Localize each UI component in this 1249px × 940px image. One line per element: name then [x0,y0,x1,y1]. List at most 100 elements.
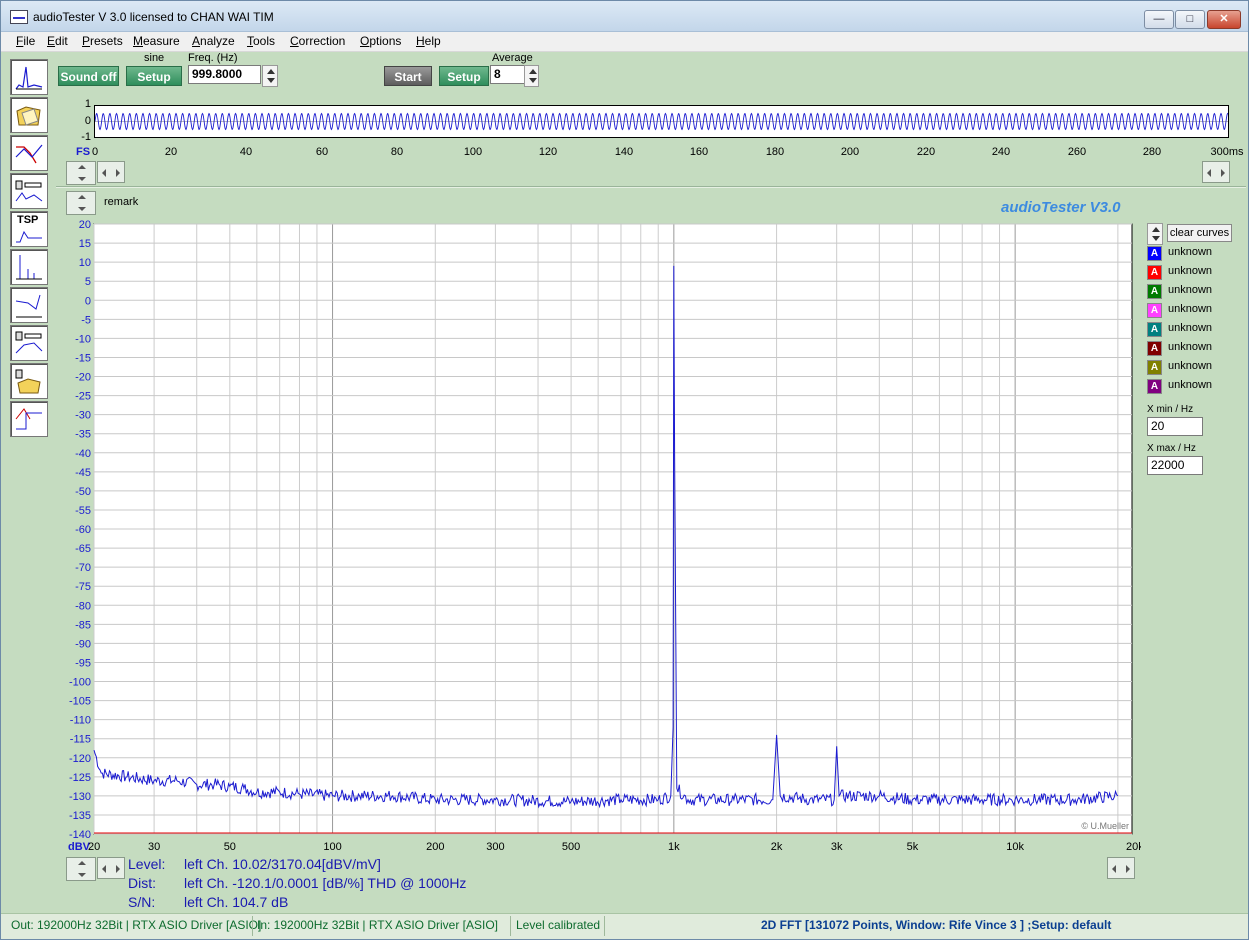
curve-color-swatch[interactable]: A [1147,284,1162,299]
average-input[interactable]: 8 [490,65,525,84]
frequency-input[interactable]: 999.8000 [188,65,261,84]
folder-open-icon[interactable] [10,97,48,133]
scope-x-scroll-right[interactable] [1202,161,1230,183]
close-button[interactable]: ✕ [1207,10,1241,29]
impedance-icon[interactable] [10,173,48,209]
menu-file[interactable]: File [16,34,35,48]
fft-ytick-label: 20 [79,219,91,231]
curve-scroll[interactable] [1147,223,1163,245]
fft-ytick-label: -135 [69,810,91,822]
fft-xtick-label: 10k [1006,841,1024,853]
legend-label: unknown [1168,341,1213,353]
scope-x-scroll-left[interactable] [97,161,125,183]
fft-y-scroll-bottom[interactable] [66,857,96,881]
menu-tools[interactable]: Tools [247,34,275,48]
curve-color-swatch[interactable]: A [1147,360,1162,375]
fft-ytick-label: -95 [75,657,91,669]
fft-ytick-label: -10 [75,333,91,345]
scope-xtick: 60 [315,146,329,158]
scope-plot[interactable] [94,105,1229,138]
curve-color-swatch[interactable]: A [1147,303,1162,318]
fft-xtick-label: 50 [224,841,236,853]
sound-off-button[interactable]: Sound off [58,66,119,86]
minimize-button[interactable]: — [1144,10,1174,29]
menu-options[interactable]: Options [360,34,401,48]
fft-x-scroll-left[interactable] [97,857,125,879]
fft-ytick-label: 0 [85,295,91,307]
menu-edit[interactable]: Edit [47,34,68,48]
curve-color-swatch[interactable]: A [1147,265,1162,280]
legend-item[interactable]: Aunknown [1147,378,1247,396]
menu-help[interactable]: Help [416,34,441,48]
menu-measure[interactable]: Measure [133,34,180,48]
menu-bar: File Edit Presets Measure Analyze Tools … [1,32,1248,52]
speaker-folder-icon[interactable] [10,363,48,399]
scope-ytick: -1 [81,131,91,143]
fft-ytick-label: -100 [69,677,91,689]
curve-color-swatch[interactable]: A [1147,246,1162,261]
start-button[interactable]: Start [384,66,432,86]
legend-label: unknown [1168,360,1213,372]
xmax-input[interactable]: 22000 [1147,456,1203,475]
fft-ytick-label: -30 [75,410,91,422]
menu-presets[interactable]: Presets [82,34,123,48]
fft-ytick-label: -60 [75,524,91,536]
fft-ytick-label: -20 [75,372,91,384]
remark-label[interactable]: remark [104,196,138,208]
scope-xtick: 100 [463,146,483,158]
level-value: left Ch. 10.02/3170.04[dBV/mV] [184,856,381,872]
curve-color-swatch[interactable]: A [1147,379,1162,394]
legend-item[interactable]: Aunknown [1147,359,1247,377]
title-bar[interactable]: audioTester V 3.0 licensed to CHAN WAI T… [1,1,1248,32]
scope-xtick: 40 [239,146,253,158]
fft-xtick-label: 100 [323,841,341,853]
average-stepper[interactable] [524,65,539,87]
fft-xtick-label: 3k [831,841,843,853]
average-label: Average [492,52,533,64]
fft-ytick-label: -55 [75,505,91,517]
legend-item[interactable]: Aunknown [1147,302,1247,320]
legend-item[interactable]: Aunknown [1147,245,1247,263]
curve-color-swatch[interactable]: A [1147,322,1162,337]
curve-color-swatch[interactable]: A [1147,341,1162,356]
fft-x-scroll-right[interactable] [1107,857,1135,879]
panel-divider[interactable] [56,186,1246,188]
frequency-response-icon[interactable] [10,135,48,171]
fft-spectrum-icon[interactable] [10,59,48,95]
scope-y-scroll[interactable] [66,161,96,185]
legend-label: unknown [1168,322,1213,334]
fft-ytick-label: -25 [75,391,91,403]
frequency-stepper[interactable] [262,65,278,87]
legend-item[interactable]: Aunknown [1147,321,1247,339]
generator-setup-button[interactable]: Setup [126,66,182,86]
step-response-icon[interactable] [10,401,48,437]
tsp-icon[interactable]: TSP [10,211,48,247]
scope-xtick: 220 [916,146,936,158]
status-output: Out: 192000Hz 32Bit | RTX ASIO Driver [A… [11,918,262,932]
fft-y-scroll[interactable] [66,191,96,215]
legend-item[interactable]: Aunknown [1147,264,1247,282]
legend-item[interactable]: Aunknown [1147,340,1247,358]
legend-label: unknown [1168,265,1213,277]
clear-curves-button[interactable]: clear curves [1167,224,1232,242]
scope-xtick: 160 [689,146,709,158]
harmonic-icon[interactable] [10,249,48,285]
fft-ytick-label: -90 [75,638,91,650]
scope-xtick: 180 [765,146,785,158]
scope-xtick: 240 [991,146,1011,158]
fft-xtick-label: 30 [148,841,160,853]
legend-item[interactable]: Aunknown [1147,283,1247,301]
menu-correction[interactable]: Correction [290,34,345,48]
menu-analyze[interactable]: Analyze [192,34,235,48]
acquisition-setup-button[interactable]: Setup [439,66,489,86]
fft-ytick-label: -125 [69,772,91,784]
scope-xtick: 260 [1067,146,1087,158]
bode-icon[interactable] [10,287,48,323]
fft-chart[interactable]: 20151050-5-10-15-20-25-30-35-40-45-50-55… [56,216,1141,856]
speaker-measure-icon[interactable] [10,325,48,361]
maximize-button[interactable]: □ [1175,10,1205,29]
xmin-input[interactable]: 20 [1147,417,1203,436]
fft-ytick-label: -70 [75,562,91,574]
fft-ytick-label: -5 [81,314,91,326]
fft-ytick-label: -110 [70,715,91,727]
